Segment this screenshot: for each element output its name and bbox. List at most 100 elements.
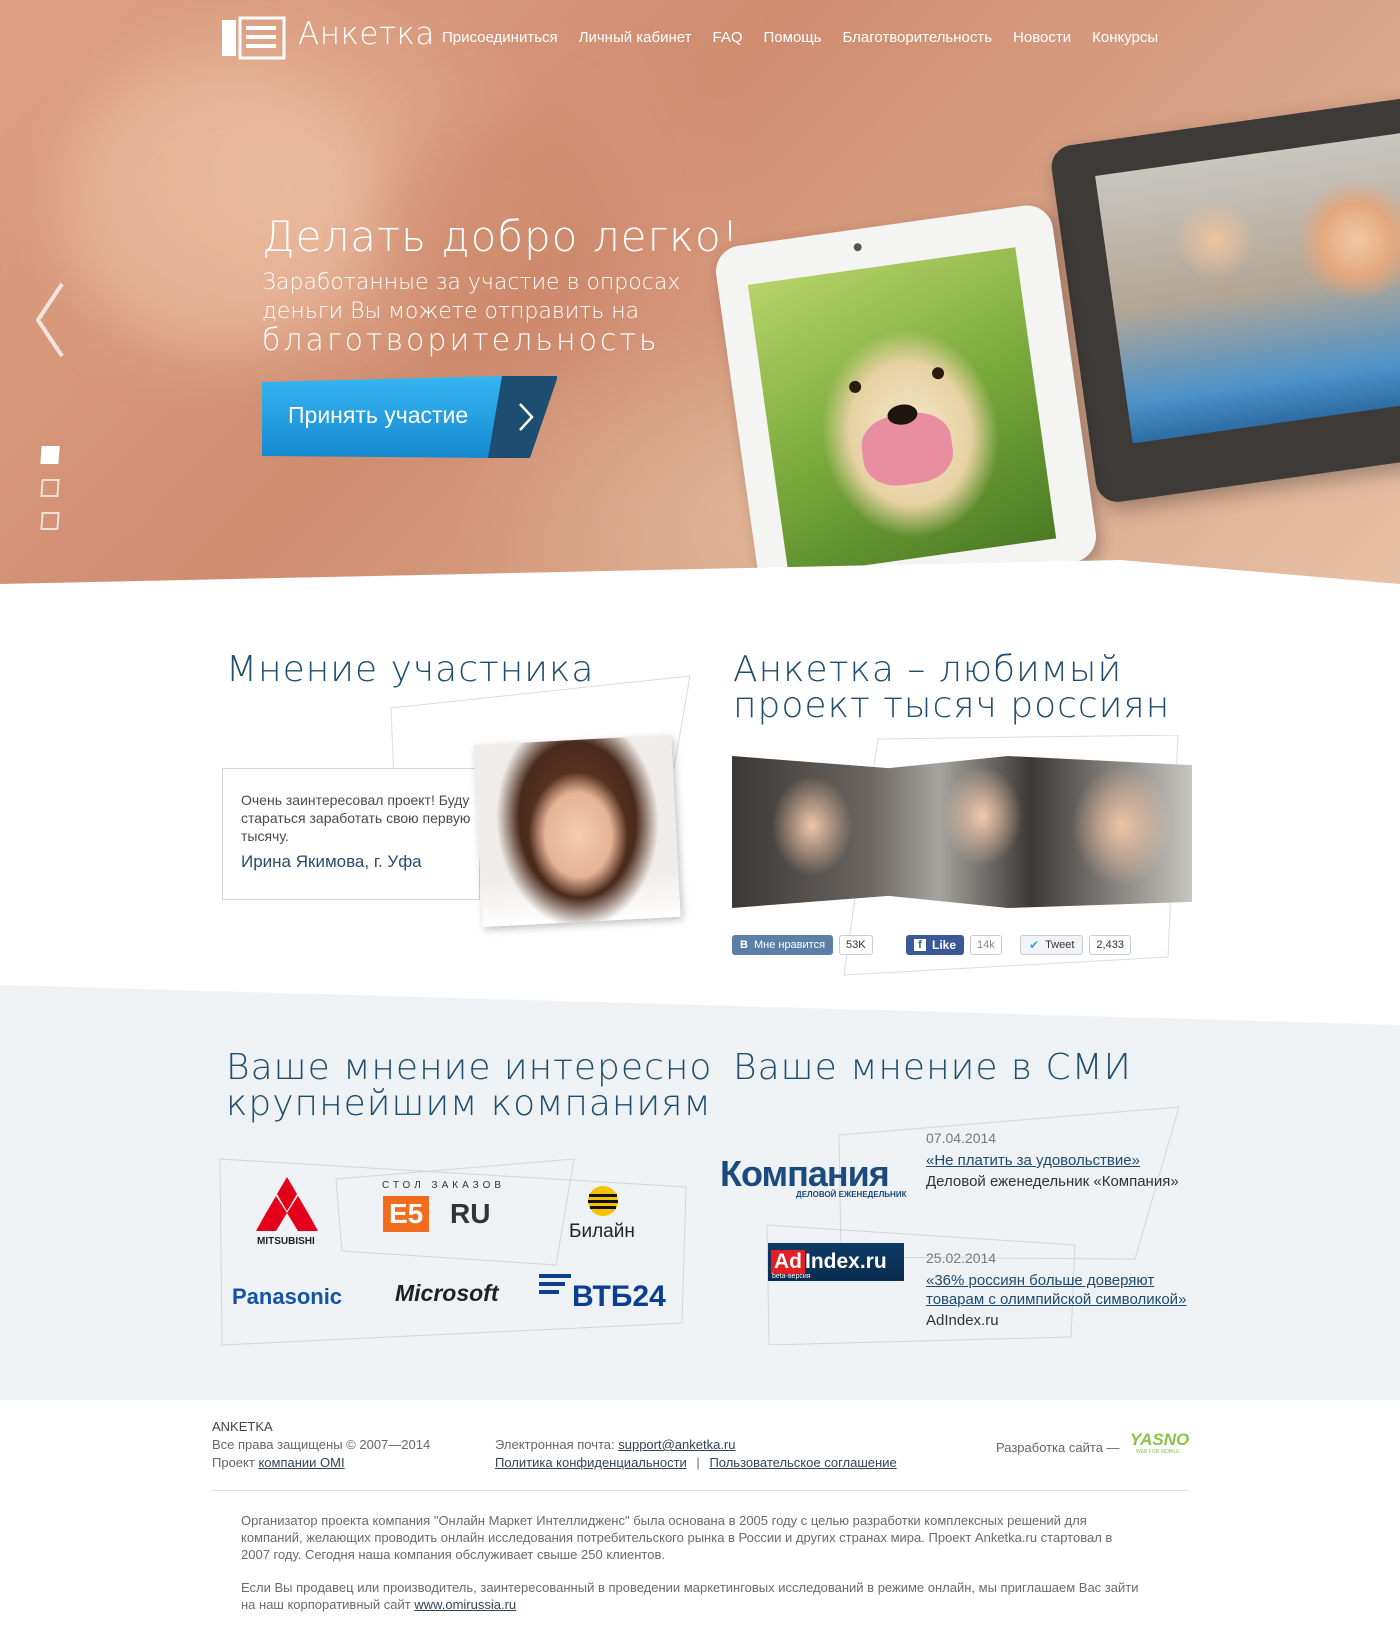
e5-logo: E5 <box>383 1196 430 1232</box>
mitsubishi-logo-icon <box>256 1177 318 1231</box>
news-date: 25.02.2014 <box>926 1250 997 1266</box>
beeline-logo-text: Билайн <box>569 1221 635 1242</box>
companies-heading: Ваше мнение интересно крупнейшим компани… <box>226 1050 712 1122</box>
tablet-puppy-photo <box>712 202 1100 600</box>
tweet-label: Tweet <box>1045 939 1075 951</box>
logo-text[interactable]: Анкетка <box>298 16 435 52</box>
companies-heading-line: Ваше мнение интересно <box>226 1047 713 1088</box>
dev-credit: Разработка сайта — <box>996 1440 1120 1455</box>
omi-company-link[interactable]: компании OMI <box>258 1455 344 1470</box>
vtb-logo-icon <box>539 1274 571 1294</box>
hero-subtitle-line: Заработанные за участие в опросах <box>262 270 681 295</box>
footer-legal-links: Политика конфиденциальности | Пользовате… <box>495 1454 897 1472</box>
vk-like-label: Мне нравится <box>753 939 826 951</box>
hero-subtitle-line: благотворительность <box>262 323 660 358</box>
email-link[interactable]: support@anketka.ru <box>618 1437 735 1452</box>
news-link-line[interactable]: «36% россиян больше доверяют <box>926 1271 1186 1290</box>
media-heading: Ваше мнение в СМИ <box>733 1047 1132 1088</box>
slide-dot-1[interactable] <box>40 446 60 464</box>
popular-heading: Анкетка – любимый проект тысяч россиян <box>733 652 1170 724</box>
slide-dot-2[interactable] <box>40 479 60 497</box>
kompaniya-logo: Компания <box>720 1153 890 1194</box>
about-paragraph: Организатор проекта компания "Онлайн Мар… <box>241 1513 1113 1562</box>
fb-like-button[interactable]: f Like <box>906 935 965 955</box>
nav-charity[interactable]: Благотворительность <box>842 29 992 46</box>
footer-rights: Все права защищены © 2007—2014 <box>212 1437 431 1452</box>
nav-account[interactable]: Личный кабинет <box>579 29 692 46</box>
footer-divider <box>212 1490 1188 1491</box>
nav-contests[interactable]: Конкурсы <box>1092 29 1158 46</box>
e5-logo-ru: RU <box>450 1198 491 1229</box>
news-link[interactable]: «36% россиян больше доверяют товарам с о… <box>926 1271 1186 1309</box>
news-link[interactable]: «Не платить за удовольствие» <box>926 1151 1140 1170</box>
tweet-widget: ✔ Tweet 2,433 <box>1020 935 1131 955</box>
mitsubishi-logo-text: MITSUBISHI <box>257 1236 315 1247</box>
nav-news[interactable]: Новости <box>1013 29 1071 46</box>
footer-email: Электронная почта: support@anketka.ru <box>495 1436 736 1454</box>
puppy-eye <box>931 366 945 381</box>
user-agreement-link[interactable]: Пользовательское соглашение <box>709 1455 896 1470</box>
prev-slide-arrow-icon[interactable] <box>32 280 72 360</box>
hero-title: Делать добро легко! <box>262 212 740 261</box>
footer-project: Проект компании OMI <box>212 1454 345 1472</box>
participate-button[interactable]: Принять участие <box>262 376 557 458</box>
companies-heading-line: крупнейшим компаниям <box>226 1083 712 1124</box>
hero-subtitle: Заработанные за участие в опросах деньги… <box>262 268 722 358</box>
separator: | <box>696 1455 700 1470</box>
testimonial-quote: Очень заинтересовал проект! Буду старать… <box>241 792 471 844</box>
facebook-icon: f <box>914 939 926 951</box>
tablet-camera-icon <box>853 242 863 252</box>
adindex-logo-ad: Ad <box>771 1250 805 1274</box>
nav-faq[interactable]: FAQ <box>713 29 743 46</box>
news-date: 07.04.2014 <box>926 1130 997 1146</box>
hero-banner: Анкетка Присоединиться Личный кабинет FA… <box>0 0 1400 600</box>
cta-label: Принять участие <box>288 402 469 428</box>
anketka-logo-icon[interactable] <box>220 16 290 60</box>
tweet-count: 2,433 <box>1089 935 1131 955</box>
fb-like-count: 14k <box>970 935 1002 955</box>
testimonial-author: Ирина Якимова, г. Уфа <box>241 852 422 871</box>
nav-help[interactable]: Помощь <box>764 29 822 46</box>
yasno-logo[interactable]: YASNO <box>1130 1430 1189 1450</box>
news-link-line[interactable]: товарам с олимпийской символикой» <box>926 1290 1186 1309</box>
nav-join[interactable]: Присоединиться <box>442 29 558 46</box>
kids-photo <box>1095 131 1400 444</box>
testimonial-avatar <box>473 734 681 928</box>
popular-heading-line: проект тысяч россиян <box>733 685 1171 726</box>
yasno-logo-sub: WEB FOR MOBILE <box>1136 1449 1180 1455</box>
e5-logo-top: СТОЛ ЗАКАЗОВ <box>382 1180 506 1191</box>
hero-subtitle-line: деньги Вы можете отправить на <box>262 299 640 324</box>
adindex-logo-index: Index.ru <box>805 1250 887 1273</box>
privacy-policy-link[interactable]: Политика конфиденциальности <box>495 1455 687 1470</box>
kompaniya-logo-sub: ДЕЛОВОЙ ЕЖЕНЕДЕЛЬНИК <box>796 1190 907 1199</box>
vk-like-widget: B Мне нравится 53K <box>732 935 873 955</box>
hero-bottom-edge <box>0 560 1400 600</box>
popular-heading-line: Анкетка – любимый <box>733 649 1123 690</box>
vk-like-button[interactable]: B Мне нравится <box>732 935 834 955</box>
slide-dot-3[interactable] <box>40 512 60 530</box>
tablet-kids-photo <box>1048 95 1400 505</box>
microsoft-logo: Microsoft <box>395 1280 499 1306</box>
news-source: AdIndex.ru <box>926 1312 999 1329</box>
group-photo <box>732 756 1192 908</box>
tweet-button[interactable]: ✔ Tweet <box>1020 935 1084 955</box>
vk-icon: B <box>740 939 748 951</box>
vtb-logo: ВТБ24 <box>572 1280 666 1313</box>
puppy-eye <box>848 380 862 394</box>
omirussia-link[interactable]: www.omirussia.ru <box>414 1597 516 1612</box>
vk-like-count: 53K <box>839 935 873 955</box>
fb-like-label: Like <box>932 938 957 952</box>
news-source: Деловой еженедельник «Компания» <box>926 1173 1179 1190</box>
footer-project-prefix: Проект <box>212 1455 259 1470</box>
puppy-photo <box>747 247 1057 576</box>
fb-like-widget: f Like 14k <box>906 935 1002 955</box>
about-paragraph-2: Если Вы продавец или производитель, заин… <box>241 1579 1141 1613</box>
panasonic-logo: Panasonic <box>232 1284 343 1309</box>
about-text: Если Вы продавец или производитель, заин… <box>241 1580 1139 1612</box>
adindex-logo-sub: beta-версия <box>772 1273 811 1280</box>
twitter-icon: ✔ <box>1029 938 1040 952</box>
beeline-logo-icon <box>588 1186 618 1216</box>
email-label: Электронная почта: <box>495 1437 619 1452</box>
main-nav: Присоединиться Личный кабинет FAQ Помощь… <box>442 29 1158 46</box>
footer-brand: ANKETKA <box>212 1419 273 1434</box>
